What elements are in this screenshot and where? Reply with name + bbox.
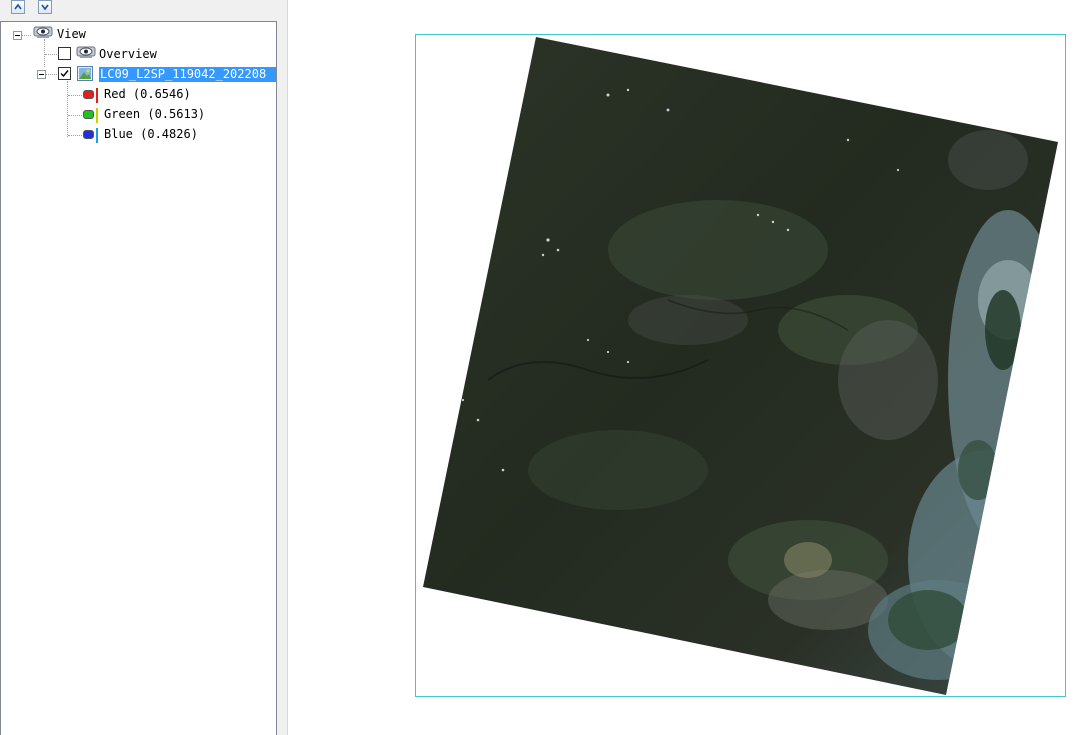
- move-down-button[interactable]: [38, 0, 52, 14]
- layer-tree[interactable]: View Overview LC09_L2SP_119042_202208 Re…: [0, 21, 277, 735]
- view-collapse-toggle[interactable]: [13, 31, 22, 40]
- eye-view-icon: [33, 26, 53, 38]
- overview-label[interactable]: Overview: [99, 47, 157, 62]
- band-green-label[interactable]: Green (0.5613): [104, 107, 205, 122]
- view-root-label[interactable]: View: [57, 27, 86, 42]
- band-red-bar: [96, 88, 98, 103]
- band-red-label[interactable]: Red (0.6546): [104, 87, 191, 102]
- layer-name-label[interactable]: LC09_L2SP_119042_202208: [99, 67, 276, 82]
- raster-image-icon: [77, 66, 93, 81]
- checkmark-icon: [60, 70, 69, 78]
- satellite-scene-image[interactable]: [288, 0, 1080, 735]
- overview-checkbox[interactable]: [58, 47, 71, 60]
- panel-toolbar: [0, 0, 288, 20]
- map-view[interactable]: [288, 0, 1080, 735]
- chevron-down-icon: [41, 4, 49, 11]
- band-blue-bar: [96, 128, 98, 143]
- band-blue-swatch: [83, 130, 94, 139]
- move-up-button[interactable]: [11, 0, 25, 14]
- chevron-up-icon: [14, 3, 22, 10]
- eye-view-icon: [76, 46, 96, 58]
- band-blue-label[interactable]: Blue (0.4826): [104, 127, 198, 142]
- band-green-swatch: [83, 110, 94, 119]
- layer-visibility-checkbox[interactable]: [58, 67, 71, 80]
- layer-collapse-toggle[interactable]: [37, 70, 46, 79]
- band-green-bar: [96, 108, 98, 123]
- band-red-swatch: [83, 90, 94, 99]
- layer-panel: View Overview LC09_L2SP_119042_202208 Re…: [0, 0, 288, 735]
